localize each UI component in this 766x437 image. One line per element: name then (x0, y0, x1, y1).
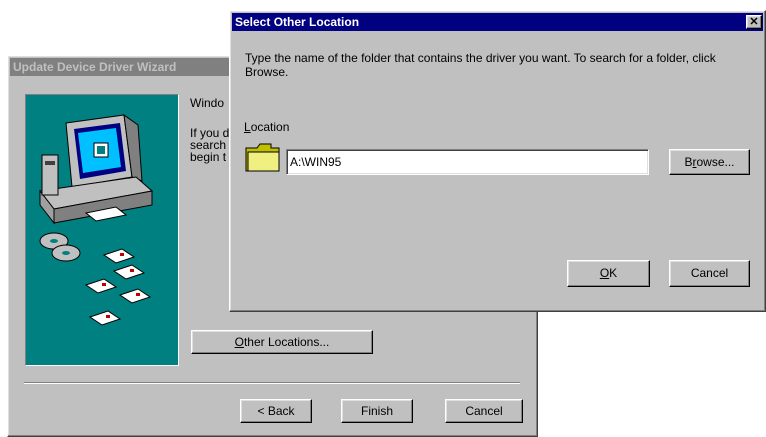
finish-button-label: Finish (360, 404, 393, 418)
dialog-cancel-button[interactable]: Cancel (669, 260, 750, 287)
dialog-cancel-button-label: Cancel (690, 266, 729, 280)
dialog-instructions: Type the name of the folder that contain… (245, 51, 716, 79)
back-button[interactable]: < Back (240, 399, 312, 423)
wizard-illustration (25, 94, 179, 366)
wizard-separator (24, 382, 520, 384)
select-location-dialog: Select Other Location ✕ Type the name of… (229, 10, 766, 312)
browse-b: B (684, 155, 693, 169)
browse-button[interactable]: Browse... (669, 149, 750, 175)
ok-button[interactable]: OK (567, 260, 650, 287)
wizard-text-1: Windo (190, 96, 225, 110)
wizard-title: Update Device Driver Wizard (13, 60, 177, 74)
other-locations-mnemonic: O (234, 335, 244, 349)
wizard-cancel-button[interactable]: Cancel (445, 399, 523, 423)
wizard-text-2c: begin t (190, 150, 227, 164)
other-locations-button[interactable]: Other Locations... (191, 330, 373, 354)
ok-mnemonic: O (599, 266, 610, 280)
browse-rest: owse... (696, 155, 735, 169)
location-label-rest: ocation (250, 120, 290, 134)
location-value: A:\WIN95 (290, 155, 342, 169)
close-icon[interactable]: ✕ (746, 15, 762, 29)
location-input[interactable]: A:\WIN95 (286, 149, 649, 175)
dialog-title: Select Other Location (235, 15, 360, 29)
location-mnemonic: L (244, 120, 251, 134)
back-button-label: < Back (257, 404, 295, 418)
computer-disks-illustration (39, 113, 154, 326)
location-label: Location (244, 120, 289, 134)
finish-button[interactable]: Finish (341, 399, 413, 423)
dialog-titlebar[interactable]: Select Other Location (232, 13, 763, 31)
other-locations-rest: ther Locations... (243, 335, 330, 349)
wizard-cancel-button-label: Cancel (465, 404, 503, 418)
ok-rest: K (609, 266, 618, 280)
folder-icon (245, 142, 281, 172)
